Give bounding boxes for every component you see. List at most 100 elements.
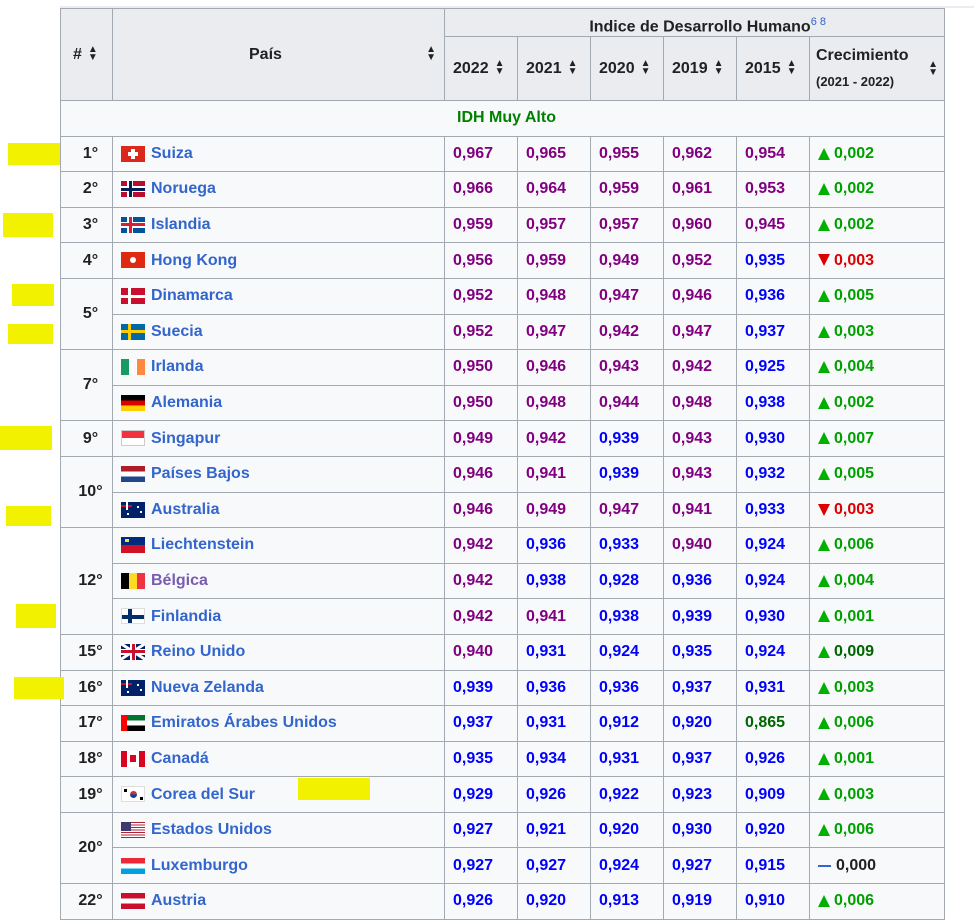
year-header-2019[interactable]: 2019 ▲ ▼ (663, 36, 737, 101)
hdi-value-cell: 0,952 (663, 242, 737, 279)
hdi-value-cell: 0,959 (517, 242, 591, 279)
denmark-flag-icon (121, 288, 145, 305)
country-link[interactable]: Suecia (151, 323, 203, 340)
country-link[interactable]: Hong Kong (151, 252, 237, 269)
growth-value: 0,002 (834, 144, 875, 162)
ireland-flag-icon (121, 359, 145, 376)
year-label: 2022 (453, 59, 489, 77)
hdi-value-cell: 0,933 (736, 491, 810, 529)
hdi-value-cell: 0,924 (736, 562, 810, 600)
country-cell: Australia (112, 491, 445, 529)
growth-value: 0,005 (834, 287, 875, 305)
hdi-value-cell: 0,946 (663, 277, 737, 315)
country-link[interactable]: Emiratos Árabes Unidos (151, 714, 337, 731)
growth-value: 0,003 (834, 251, 875, 269)
hdi-value-cell: 0,943 (663, 420, 737, 457)
hdi-value-cell: 0,959 (444, 206, 518, 244)
country-link[interactable]: Estados Unidos (151, 821, 272, 838)
table-row: 22° Austria 0,926 0,920 0,913 0,919 0,910 0,006 (60, 883, 945, 920)
highlight-mark (16, 604, 56, 628)
country-cell: Canadá (112, 740, 445, 778)
growth-cell: 0,001 (809, 740, 945, 778)
country-link[interactable]: Finlandia (151, 608, 221, 625)
country-header[interactable]: País ▲ ▼ (112, 8, 445, 101)
country-link[interactable]: Australia (151, 501, 219, 518)
growth-cell: 0,009 (809, 633, 945, 671)
growth-cell: 0,003 (809, 242, 945, 279)
hdi-value-cell: 0,942 (444, 598, 518, 635)
country-cell: Alemania (112, 384, 445, 422)
table-row: 7° Irlanda 0,950 0,946 0,943 0,942 0,925 0,004 (60, 349, 945, 422)
country-link[interactable]: Irlanda (151, 358, 203, 375)
growth-value: 0,004 (834, 358, 875, 376)
hdi-value-cell: 0,950 (444, 349, 518, 386)
growth-header[interactable]: Crecimiento (2021 - 2022) ▲ ▼ (809, 36, 945, 101)
country-link[interactable]: Luxemburgo (151, 857, 248, 874)
growth-value: 0,002 (834, 216, 875, 234)
country-cell: Suiza (112, 135, 445, 173)
country-link[interactable]: Singapur (151, 430, 220, 447)
increase-arrow-icon (818, 681, 830, 694)
year-header-2022[interactable]: 2022 ▲ ▼ (444, 36, 518, 101)
reference-link[interactable]: 6 8 (811, 16, 826, 28)
rank-cell: 10° (60, 455, 113, 529)
growth-cell: 0,002 (809, 135, 945, 173)
growth-value: 0,006 (834, 714, 875, 732)
growth-cell: 0,005 (809, 277, 945, 315)
year-header-2021[interactable]: 2021 ▲ ▼ (517, 36, 591, 101)
hdi-value-cell: 0,927 (444, 811, 518, 849)
growth-cell: 0,003 (809, 313, 945, 351)
table-row: 4° Hong Kong 0,956 0,959 0,949 0,952 0,935 0,00… (60, 242, 945, 279)
country-cell: Corea del Sur (112, 776, 445, 813)
country-link[interactable]: Alemania (151, 394, 222, 411)
hdi-value-cell: 0,957 (517, 206, 591, 244)
country-link[interactable]: Austria (151, 892, 206, 909)
hdi-value-cell: 0,942 (517, 420, 591, 457)
year-header-2020[interactable]: 2020 ▲ ▼ (590, 36, 664, 101)
country-cell: Bélgica (112, 562, 445, 600)
country-cell: Austria (112, 883, 445, 920)
hdi-value-cell: 0,952 (444, 313, 518, 351)
year-header-2015[interactable]: 2015 ▲ ▼ (736, 36, 810, 101)
hdi-table: # ▲ ▼ País ▲ ▼ Indice de Desarrollo Humano6… (60, 8, 945, 920)
hdi-value-cell: 0,943 (663, 455, 737, 493)
hdi-value-cell: 0,946 (444, 491, 518, 529)
table-row: Bélgica 0,942 0,938 0,928 0,936 0,924 0,004 (61, 562, 945, 600)
country-link[interactable]: Liechtenstein (151, 536, 254, 553)
growth-cell: 0,002 (809, 171, 945, 208)
country-link[interactable]: Países Bajos (151, 465, 250, 482)
hdi-value-cell: 0,925 (736, 349, 810, 386)
growth-value: 0,002 (834, 394, 875, 412)
country-link[interactable]: Noruega (151, 180, 216, 197)
hdi-value-cell: 0,933 (590, 527, 664, 564)
increase-arrow-icon (818, 574, 830, 587)
hdi-value-cell: 0,931 (590, 740, 664, 778)
country-cell: Nueva Zelanda (112, 669, 445, 707)
rank-header[interactable]: # ▲ ▼ (60, 8, 113, 101)
hdi-value-cell: 0,936 (517, 527, 591, 564)
growth-cell: 0,002 (809, 384, 945, 422)
growth-value: 0,001 (834, 749, 875, 767)
country-link[interactable]: Bélgica (151, 572, 208, 589)
growth-value: 0,006 (834, 536, 875, 554)
country-link[interactable]: Reino Unido (151, 643, 245, 660)
increase-arrow-icon (818, 752, 830, 765)
growth-cell: 0,002 (809, 206, 945, 244)
country-link[interactable]: Dinamarca (151, 287, 233, 304)
highlight-mark (8, 143, 60, 165)
hong-kong-flag-icon (121, 252, 145, 269)
hdi-value-cell: 0,942 (590, 313, 664, 351)
country-link[interactable]: Nueva Zelanda (151, 679, 264, 696)
country-link[interactable]: Canadá (151, 750, 209, 767)
hdi-value-cell: 0,942 (444, 527, 518, 564)
hdi-value-cell: 0,927 (444, 847, 518, 885)
country-link[interactable]: Corea del Sur (151, 786, 255, 803)
hdi-value-cell: 0,865 (736, 705, 810, 742)
hdi-value-cell: 0,967 (444, 135, 518, 173)
country-link[interactable]: Suiza (151, 145, 193, 162)
sort-icon: ▲ ▼ (494, 58, 505, 78)
hdi-value-cell: 0,929 (444, 776, 518, 813)
country-link[interactable]: Islandia (151, 216, 211, 233)
hdi-value-cell: 0,910 (736, 883, 810, 920)
hdi-value-cell: 0,912 (590, 705, 664, 742)
